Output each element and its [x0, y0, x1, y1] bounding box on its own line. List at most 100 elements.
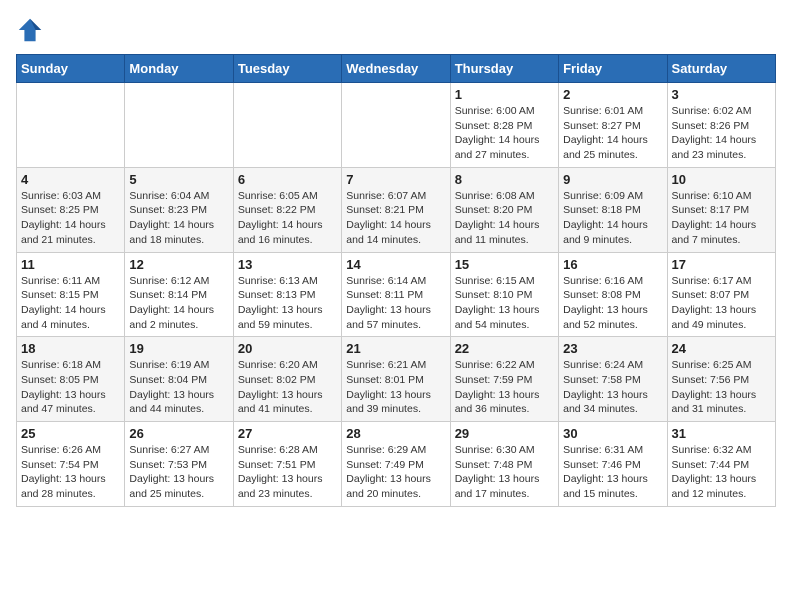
- day-info: Sunrise: 6:28 AM Sunset: 7:51 PM Dayligh…: [238, 443, 337, 502]
- calendar-cell: 1 Sunrise: 6:00 AM Sunset: 8:28 PM Daylig…: [450, 83, 558, 168]
- calendar-cell: 26 Sunrise: 6:27 AM Sunset: 7:53 PM Dayli…: [125, 422, 233, 507]
- day-number: 5: [129, 172, 228, 187]
- day-info: Sunrise: 6:29 AM Sunset: 7:49 PM Dayligh…: [346, 443, 445, 502]
- day-info: Sunrise: 6:20 AM Sunset: 8:02 PM Dayligh…: [238, 358, 337, 417]
- day-number: 22: [455, 341, 554, 356]
- day-info: Sunrise: 6:15 AM Sunset: 8:10 PM Dayligh…: [455, 274, 554, 333]
- calendar-cell: 25 Sunrise: 6:26 AM Sunset: 7:54 PM Dayli…: [17, 422, 125, 507]
- day-info: Sunrise: 6:10 AM Sunset: 8:17 PM Dayligh…: [672, 189, 771, 248]
- calendar-cell: 10 Sunrise: 6:10 AM Sunset: 8:17 PM Dayli…: [667, 167, 775, 252]
- calendar-cell: 8 Sunrise: 6:08 AM Sunset: 8:20 PM Daylig…: [450, 167, 558, 252]
- day-info: Sunrise: 6:09 AM Sunset: 8:18 PM Dayligh…: [563, 189, 662, 248]
- day-info: Sunrise: 6:19 AM Sunset: 8:04 PM Dayligh…: [129, 358, 228, 417]
- calendar-cell: 13 Sunrise: 6:13 AM Sunset: 8:13 PM Dayli…: [233, 252, 341, 337]
- day-info: Sunrise: 6:08 AM Sunset: 8:20 PM Dayligh…: [455, 189, 554, 248]
- calendar-cell: 24 Sunrise: 6:25 AM Sunset: 7:56 PM Dayli…: [667, 337, 775, 422]
- day-info: Sunrise: 6:17 AM Sunset: 8:07 PM Dayligh…: [672, 274, 771, 333]
- day-number: 21: [346, 341, 445, 356]
- calendar-header: SundayMondayTuesdayWednesdayThursdayFrid…: [17, 55, 776, 83]
- calendar-cell: [17, 83, 125, 168]
- calendar-cell: 19 Sunrise: 6:19 AM Sunset: 8:04 PM Dayli…: [125, 337, 233, 422]
- calendar-cell: 29 Sunrise: 6:30 AM Sunset: 7:48 PM Dayli…: [450, 422, 558, 507]
- day-info: Sunrise: 6:26 AM Sunset: 7:54 PM Dayligh…: [21, 443, 120, 502]
- calendar-cell: 22 Sunrise: 6:22 AM Sunset: 7:59 PM Dayli…: [450, 337, 558, 422]
- day-number: 4: [21, 172, 120, 187]
- header-day: Friday: [559, 55, 667, 83]
- day-number: 28: [346, 426, 445, 441]
- day-number: 13: [238, 257, 337, 272]
- day-info: Sunrise: 6:27 AM Sunset: 7:53 PM Dayligh…: [129, 443, 228, 502]
- calendar-cell: 12Sunrise: 6:12 AM Sunset: 8:14 PM Dayli…: [125, 252, 233, 337]
- calendar-cell: 15 Sunrise: 6:15 AM Sunset: 8:10 PM Dayli…: [450, 252, 558, 337]
- header-row: SundayMondayTuesdayWednesdayThursdayFrid…: [17, 55, 776, 83]
- calendar-cell: 9 Sunrise: 6:09 AM Sunset: 8:18 PM Daylig…: [559, 167, 667, 252]
- day-info: Sunrise: 6:00 AM Sunset: 8:28 PM Dayligh…: [455, 104, 554, 163]
- calendar-cell: 5 Sunrise: 6:04 AM Sunset: 8:23 PM Daylig…: [125, 167, 233, 252]
- header-day: Tuesday: [233, 55, 341, 83]
- day-number: 9: [563, 172, 662, 187]
- day-info: Sunrise: 6:07 AM Sunset: 8:21 PM Dayligh…: [346, 189, 445, 248]
- day-info: Sunrise: 6:24 AM Sunset: 7:58 PM Dayligh…: [563, 358, 662, 417]
- day-number: 18: [21, 341, 120, 356]
- calendar-cell: 21Sunrise: 6:21 AM Sunset: 8:01 PM Dayli…: [342, 337, 450, 422]
- day-number: 6: [238, 172, 337, 187]
- calendar-cell: [342, 83, 450, 168]
- day-info: Sunrise: 6:22 AM Sunset: 7:59 PM Dayligh…: [455, 358, 554, 417]
- day-info: Sunrise: 6:14 AM Sunset: 8:11 PM Dayligh…: [346, 274, 445, 333]
- page-header: [16, 16, 776, 44]
- day-number: 17: [672, 257, 771, 272]
- header-day: Monday: [125, 55, 233, 83]
- day-info: Sunrise: 6:30 AM Sunset: 7:48 PM Dayligh…: [455, 443, 554, 502]
- day-number: 29: [455, 426, 554, 441]
- day-number: 16: [563, 257, 662, 272]
- calendar-cell: 27 Sunrise: 6:28 AM Sunset: 7:51 PM Dayli…: [233, 422, 341, 507]
- calendar-cell: 23Sunrise: 6:24 AM Sunset: 7:58 PM Dayli…: [559, 337, 667, 422]
- logo-icon: [16, 16, 44, 44]
- day-number: 8: [455, 172, 554, 187]
- day-info: Sunrise: 6:18 AM Sunset: 8:05 PM Dayligh…: [21, 358, 120, 417]
- calendar-cell: [125, 83, 233, 168]
- day-number: 30: [563, 426, 662, 441]
- day-info: Sunrise: 6:01 AM Sunset: 8:27 PM Dayligh…: [563, 104, 662, 163]
- day-number: 27: [238, 426, 337, 441]
- calendar-cell: 28 Sunrise: 6:29 AM Sunset: 7:49 PM Dayli…: [342, 422, 450, 507]
- calendar-cell: 18 Sunrise: 6:18 AM Sunset: 8:05 PM Dayli…: [17, 337, 125, 422]
- calendar-cell: 30Sunrise: 6:31 AM Sunset: 7:46 PM Dayli…: [559, 422, 667, 507]
- calendar-cell: 17 Sunrise: 6:17 AM Sunset: 8:07 PM Dayli…: [667, 252, 775, 337]
- calendar-cell: 4 Sunrise: 6:03 AM Sunset: 8:25 PM Daylig…: [17, 167, 125, 252]
- day-number: 10: [672, 172, 771, 187]
- day-info: Sunrise: 6:03 AM Sunset: 8:25 PM Dayligh…: [21, 189, 120, 248]
- day-info: Sunrise: 6:13 AM Sunset: 8:13 PM Dayligh…: [238, 274, 337, 333]
- day-info: Sunrise: 6:04 AM Sunset: 8:23 PM Dayligh…: [129, 189, 228, 248]
- calendar-cell: 7 Sunrise: 6:07 AM Sunset: 8:21 PM Daylig…: [342, 167, 450, 252]
- day-number: 24: [672, 341, 771, 356]
- header-day: Wednesday: [342, 55, 450, 83]
- day-number: 25: [21, 426, 120, 441]
- calendar-cell: 31Sunrise: 6:32 AM Sunset: 7:44 PM Dayli…: [667, 422, 775, 507]
- day-info: Sunrise: 6:32 AM Sunset: 7:44 PM Dayligh…: [672, 443, 771, 502]
- day-info: Sunrise: 6:25 AM Sunset: 7:56 PM Dayligh…: [672, 358, 771, 417]
- day-number: 12: [129, 257, 228, 272]
- day-number: 7: [346, 172, 445, 187]
- calendar-cell: 6Sunrise: 6:05 AM Sunset: 8:22 PM Daylig…: [233, 167, 341, 252]
- logo: [16, 16, 48, 44]
- day-number: 20: [238, 341, 337, 356]
- calendar-week: 11Sunrise: 6:11 AM Sunset: 8:15 PM Dayli…: [17, 252, 776, 337]
- header-day: Saturday: [667, 55, 775, 83]
- day-number: 11: [21, 257, 120, 272]
- day-number: 19: [129, 341, 228, 356]
- calendar-week: 4 Sunrise: 6:03 AM Sunset: 8:25 PM Daylig…: [17, 167, 776, 252]
- calendar-cell: 11Sunrise: 6:11 AM Sunset: 8:15 PM Dayli…: [17, 252, 125, 337]
- header-day: Sunday: [17, 55, 125, 83]
- day-number: 26: [129, 426, 228, 441]
- calendar-cell: 3Sunrise: 6:02 AM Sunset: 8:26 PM Daylig…: [667, 83, 775, 168]
- day-number: 1: [455, 87, 554, 102]
- day-number: 14: [346, 257, 445, 272]
- day-number: 3: [672, 87, 771, 102]
- header-day: Thursday: [450, 55, 558, 83]
- calendar-week: 25 Sunrise: 6:26 AM Sunset: 7:54 PM Dayli…: [17, 422, 776, 507]
- day-number: 15: [455, 257, 554, 272]
- calendar-cell: 20 Sunrise: 6:20 AM Sunset: 8:02 PM Dayli…: [233, 337, 341, 422]
- day-number: 2: [563, 87, 662, 102]
- calendar-cell: 2 Sunrise: 6:01 AM Sunset: 8:27 PM Daylig…: [559, 83, 667, 168]
